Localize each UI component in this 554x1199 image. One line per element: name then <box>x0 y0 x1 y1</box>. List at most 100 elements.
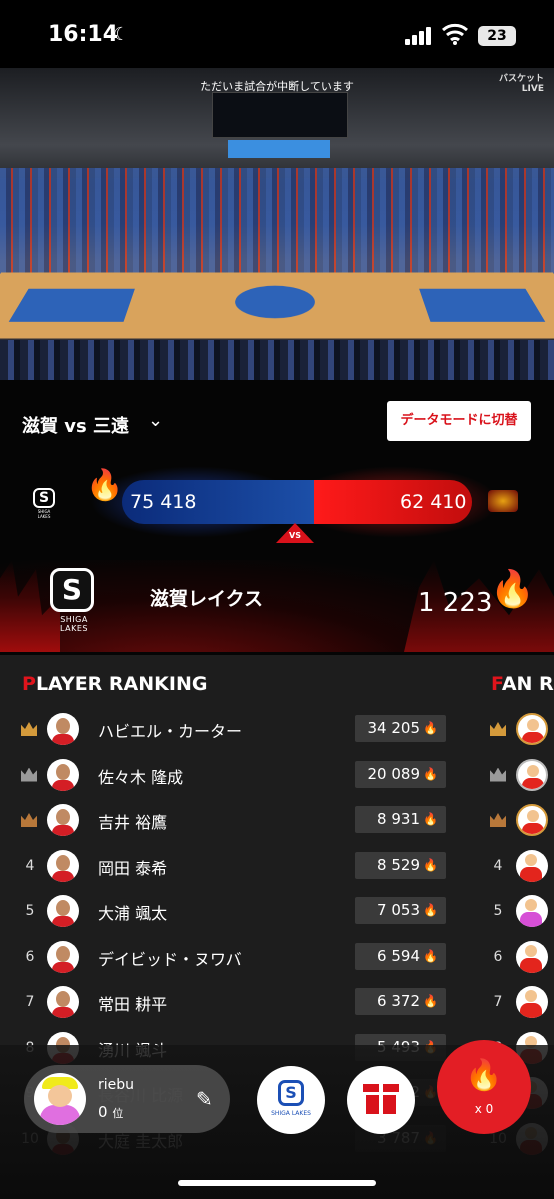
flame-icon: 🔥 <box>465 1058 503 1093</box>
match-panel: 滋賀 vs 三遠 ⌄ データモードに切替 S SHIGA LAKES 🔥 75 … <box>0 380 554 655</box>
rank-number: 7 <box>25 994 35 1010</box>
rank-number: 5 <box>25 903 35 919</box>
watermark-line2: LIVE <box>521 84 544 94</box>
avatar <box>47 804 79 836</box>
username: riebu <box>98 1077 135 1093</box>
chevron-down-icon[interactable]: ⌄ <box>148 410 163 431</box>
court-lane-right <box>419 288 546 322</box>
broadcast-watermark: バスケット LIVE <box>499 74 544 94</box>
crown-icon <box>21 722 37 736</box>
team-select-button[interactable]: S SHIGA LAKES <box>257 1066 325 1134</box>
player-points: 7 053 🔥 <box>355 897 446 924</box>
moon-icon: ☾ <box>113 24 130 45</box>
pencil-icon[interactable]: ✎ <box>196 1087 213 1111</box>
team-logo-text: SHIGA LAKES <box>60 615 88 633</box>
away-team-logo <box>488 490 518 512</box>
fan-avatar[interactable] <box>516 849 548 882</box>
crown-icon <box>490 813 506 827</box>
fan-avatar[interactable] <box>516 895 548 927</box>
rank-number: 4 <box>25 857 35 874</box>
crown-icon <box>490 722 506 736</box>
avatar <box>47 986 79 1018</box>
fan-rank-number: 6 <box>493 948 503 965</box>
player-name: 大浦 颯太 <box>98 904 168 923</box>
flame-icon: 🔥 <box>423 903 438 917</box>
flame-icon: 🔥 <box>423 994 438 1008</box>
scoreboard-lower <box>228 140 330 158</box>
player-points: 6 594 🔥 <box>355 942 446 970</box>
court-center-circle <box>233 285 317 319</box>
home-logo-text: SHIGA LAKES <box>37 509 51 519</box>
my-profile-pill[interactable]: riebu 0 位 ✎ <box>24 1065 230 1133</box>
watermark-line1: バスケット <box>498 74 544 84</box>
fire-count: x 0 <box>474 1102 494 1116</box>
flame-icon: 🔥 <box>423 857 438 872</box>
avatar <box>34 1073 86 1125</box>
fan-rank-number: 4 <box>493 857 503 874</box>
flame-icon: 🔥 <box>490 569 535 610</box>
fire-cheer-button[interactable]: 🔥 x 0 <box>437 1040 531 1134</box>
wifi-icon <box>442 23 468 45</box>
flame-icon: 🔥 <box>423 812 438 826</box>
avatar <box>47 895 79 927</box>
team-button-logo-text: SHIGA LAKES <box>271 1110 311 1117</box>
table-row[interactable]: 7 常田 耕平 6 372 🔥 7 <box>0 982 554 1027</box>
avatar <box>47 758 79 791</box>
flame-icon: 🔥 <box>423 721 438 735</box>
home-indicator[interactable] <box>178 1180 376 1186</box>
crown-icon <box>21 813 37 827</box>
player-points: 34 205 🔥 <box>355 715 446 742</box>
fan-ranking-title: FAN RANKING <box>491 673 554 695</box>
player-name: 常田 耕平 <box>98 995 168 1014</box>
flame-icon: 🔥 <box>423 948 438 963</box>
my-rank: 0 位 <box>98 1103 124 1121</box>
player-name: デイビッド・ヌワバ <box>98 949 242 969</box>
team-logo: S SHIGA LAKES <box>50 568 98 633</box>
fan-avatar[interactable] <box>516 804 548 836</box>
avatar <box>47 940 79 973</box>
table-row[interactable]: ハビエル・カーター 34 205 🔥 <box>0 709 554 754</box>
table-row[interactable]: 5 大浦 颯太 7 053 🔥 5 <box>0 891 554 936</box>
avatar <box>47 849 79 882</box>
home-score: 75 418 <box>130 491 197 513</box>
signal-icon <box>405 27 433 45</box>
player-points: 6 372 🔥 <box>355 988 446 1015</box>
gift-button[interactable] <box>347 1066 415 1134</box>
data-mode-button[interactable]: データモードに切替 <box>387 401 531 441</box>
player-points: 8 931 🔥 <box>355 806 446 833</box>
gift-icon-ribbon2 <box>363 1092 399 1095</box>
gift-icon-ribbon <box>379 1080 383 1114</box>
team-name: 滋賀レイクス <box>150 588 264 610</box>
status-time: 16:14 <box>48 22 119 47</box>
live-video-player[interactable]: ただいま試合が中断しています バスケット LIVE <box>0 68 554 380</box>
match-title[interactable]: 滋賀 vs 三遠 <box>22 412 129 438</box>
rank-number: 6 <box>25 948 35 965</box>
player-points: 8 529 🔥 <box>355 851 446 879</box>
player-ranking-title: PLAYER RANKING <box>22 673 208 695</box>
battery-indicator: 23 <box>478 26 516 46</box>
fan-avatar[interactable] <box>516 986 548 1018</box>
fan-avatar[interactable] <box>516 713 548 745</box>
table-row[interactable]: 6 デイビッド・ヌワバ 6 594 🔥 6 <box>0 937 554 982</box>
court-lane-left <box>8 288 135 322</box>
arena-crowd-foreground <box>0 340 554 380</box>
fan-avatar[interactable] <box>516 758 548 791</box>
away-score: 62 410 <box>400 491 467 513</box>
basketball-court <box>0 272 554 339</box>
scoreboard <box>212 92 348 138</box>
table-row[interactable]: 4 岡田 泰希 8 529 🔥 4 <box>0 846 554 891</box>
crown-icon <box>490 767 506 782</box>
fan-rank-number: 7 <box>493 994 503 1010</box>
table-row[interactable]: 吉井 裕鷹 8 931 🔥 <box>0 800 554 845</box>
video-notice: ただいま試合が中断しています <box>200 80 354 93</box>
status-bar: 16:14 ☾ 23 <box>0 0 554 68</box>
player-name: 佐々木 隆成 <box>98 767 184 787</box>
table-row[interactable]: 佐々木 隆成 20 089 🔥 <box>0 755 554 800</box>
fan-rank-number: 5 <box>493 903 503 919</box>
fan-avatar[interactable] <box>516 940 548 973</box>
player-points: 20 089 🔥 <box>355 760 446 788</box>
home-team-logo: S SHIGA LAKES <box>33 488 55 519</box>
player-name: 吉井 裕鷹 <box>98 813 168 832</box>
player-name: ハビエル・カーター <box>98 722 243 741</box>
avatar <box>47 713 79 745</box>
